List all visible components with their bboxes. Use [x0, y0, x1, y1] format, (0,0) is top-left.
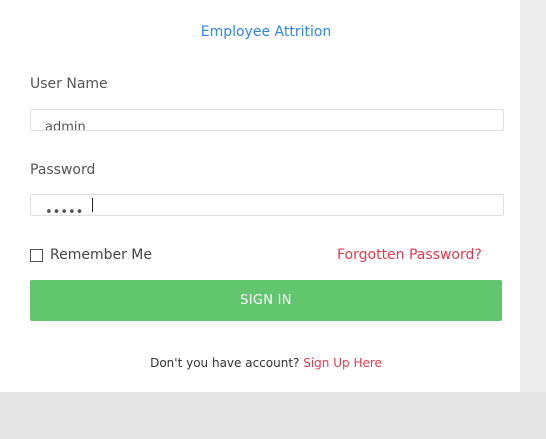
forgot-password-link[interactable]: Forgotten Password?	[337, 247, 482, 263]
login-card: Employee Attrition User Name Password Re…	[0, 0, 520, 392]
sign-up-link[interactable]: Sign Up Here	[303, 356, 382, 370]
remember-me[interactable]: Remember Me	[30, 247, 152, 263]
signup-prompt-text: Don't you have account?	[150, 356, 300, 370]
username-input[interactable]	[31, 117, 485, 130]
sign-in-button[interactable]: SIGN IN	[30, 280, 502, 321]
app-title: Employee Attrition	[200, 24, 332, 40]
remember-label: Remember Me	[50, 247, 152, 263]
username-label: User Name	[30, 76, 108, 92]
password-label: Password	[30, 162, 96, 178]
username-field-wrapper	[30, 109, 504, 131]
signup-prompt: Don't you have account? Sign Up Here	[0, 356, 532, 370]
remember-checkbox[interactable]	[30, 248, 43, 262]
password-input[interactable]	[31, 202, 485, 215]
password-field-wrapper	[30, 194, 504, 216]
text-caret	[92, 198, 93, 212]
page-background	[520, 0, 546, 392]
